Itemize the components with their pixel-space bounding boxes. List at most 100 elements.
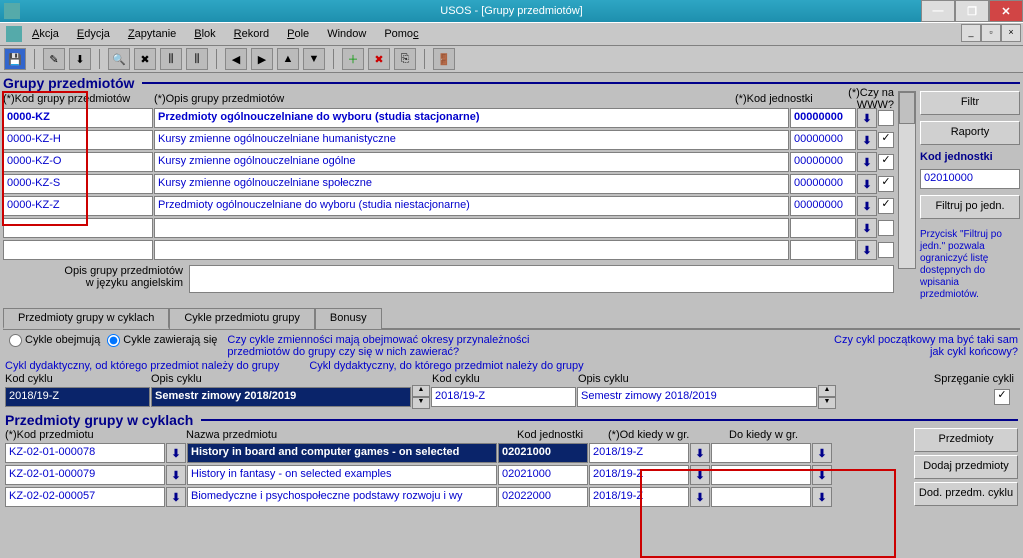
dropdown-icon[interactable]: ⬇ xyxy=(857,174,877,194)
close-button[interactable]: ✕ xyxy=(989,0,1023,22)
kodj-value[interactable]: 02010000 xyxy=(920,169,1020,189)
menu-akcja[interactable]: Akcja xyxy=(32,28,59,40)
toolbar-chart2-icon[interactable]: ⫼ xyxy=(186,48,208,70)
dodaj-button[interactable]: Dodaj przedmioty xyxy=(914,455,1018,479)
www-checkbox[interactable] xyxy=(878,110,894,126)
nazwa-cell[interactable]: History in board and computer games - on… xyxy=(187,443,497,463)
jedn-cell[interactable] xyxy=(790,240,856,260)
kod-cell[interactable]: 0000-KZ-H xyxy=(3,130,153,150)
jedn-cell[interactable]: 00000000 xyxy=(790,108,856,128)
jedn-cell[interactable]: 00000000 xyxy=(790,152,856,172)
opis-cell[interactable]: Kursy zmienne ogólnouczelniane humanisty… xyxy=(154,130,789,150)
opis-cell[interactable] xyxy=(154,218,789,238)
mdi-restore[interactable]: ▫ xyxy=(981,24,1001,42)
kod-cell[interactable]: 0000-KZ-S xyxy=(3,174,153,194)
toolbar-add-icon[interactable]: ＋ xyxy=(342,48,364,70)
dropdown-icon[interactable]: ⬇ xyxy=(812,465,832,485)
toolbar-del-icon[interactable]: ✖ xyxy=(368,48,390,70)
kod-cell[interactable] xyxy=(3,218,153,238)
opiscyklu1-input[interactable]: Semestr zimowy 2018/2019 xyxy=(151,387,411,407)
tab-przedmioty-grupy[interactable]: Przedmioty grupy w cyklach xyxy=(3,308,169,329)
toolbar-searchx-icon[interactable]: ✖ xyxy=(134,48,156,70)
toolbar-dn-icon[interactable]: ▼ xyxy=(303,48,325,70)
filtruj-button[interactable]: Filtruj po jedn. xyxy=(920,195,1020,219)
scrollbar-thumb[interactable] xyxy=(899,92,915,124)
dropdown-icon[interactable]: ⬇ xyxy=(857,108,877,128)
kod2-cell[interactable]: KZ-02-01-000078 xyxy=(5,443,165,463)
dropdown-icon[interactable]: ⬇ xyxy=(857,130,877,150)
kod-cell[interactable] xyxy=(3,240,153,260)
opiscyklu2-input[interactable]: Semestr zimowy 2018/2019 xyxy=(577,387,817,407)
kodcyklu1-input[interactable]: 2018/19-Z xyxy=(5,387,150,407)
radio-obejmuja[interactable]: Cykle obejmują xyxy=(5,334,100,346)
jedn2-cell[interactable]: 02021000 xyxy=(498,465,588,485)
opis-cell[interactable]: Przedmioty ogólnouczelniane do wyboru (s… xyxy=(154,196,789,216)
kod-cell[interactable]: 0000-KZ-Z xyxy=(3,196,153,216)
kod2-cell[interactable]: KZ-02-01-000079 xyxy=(5,465,165,485)
toolbar-up-icon[interactable]: ▲ xyxy=(277,48,299,70)
minimize-button[interactable]: — xyxy=(921,0,955,22)
dropdown-icon[interactable]: ⬇ xyxy=(857,240,877,260)
spinner-1[interactable]: ▲▼ xyxy=(412,385,430,409)
scrollbar-1[interactable] xyxy=(898,91,916,269)
jedn-cell[interactable]: 00000000 xyxy=(790,174,856,194)
od-cell[interactable]: 2018/19-Z xyxy=(589,487,689,507)
kod2-cell[interactable]: KZ-02-02-000057 xyxy=(5,487,165,507)
dropdown-icon[interactable]: ⬇ xyxy=(166,487,186,507)
link-cykl-do[interactable]: Cykl dydaktyczny, do którego przedmiot n… xyxy=(309,360,583,372)
kodcyklu2-input[interactable]: 2018/19-Z xyxy=(431,387,576,407)
nazwa-cell[interactable]: Biomedyczne i psychospołeczne podstawy r… xyxy=(187,487,497,507)
dropdown-icon[interactable]: ⬇ xyxy=(166,465,186,485)
dropdown-icon[interactable]: ⬇ xyxy=(690,443,710,463)
toolbar-next-icon[interactable]: ▶ xyxy=(251,48,273,70)
menu-pole[interactable]: Pole xyxy=(287,28,309,40)
www-checkbox[interactable] xyxy=(878,198,894,214)
od-cell[interactable]: 2018/19-Z xyxy=(589,465,689,485)
opis-cell[interactable] xyxy=(154,240,789,260)
opis-cell[interactable]: Przedmioty ogólnouczelniane do wyboru (s… xyxy=(154,108,789,128)
dropdown-icon[interactable]: ⬇ xyxy=(690,465,710,485)
toolbar-copy-icon[interactable]: ⎘ xyxy=(394,48,416,70)
opis-cell[interactable]: Kursy zmienne ogólnouczelniane społeczne xyxy=(154,174,789,194)
toolbar-exit-icon[interactable]: 🚪 xyxy=(433,48,455,70)
dropdown-icon[interactable]: ⬇ xyxy=(166,443,186,463)
english-input[interactable] xyxy=(189,265,894,293)
mdi-minimize[interactable]: _ xyxy=(961,24,981,42)
menu-blok[interactable]: Blok xyxy=(194,28,215,40)
toolbar-chart1-icon[interactable]: ⫼ xyxy=(160,48,182,70)
jedn-cell[interactable]: 00000000 xyxy=(790,130,856,150)
maximize-button[interactable]: ❐ xyxy=(955,0,989,22)
tab-cykle[interactable]: Cykle przedmiotu grupy xyxy=(169,308,315,329)
dropdown-icon[interactable]: ⬇ xyxy=(812,487,832,507)
www-checkbox[interactable] xyxy=(878,132,894,148)
toolbar-edit-icon[interactable]: ✎ xyxy=(43,48,65,70)
do-cell[interactable] xyxy=(711,487,811,507)
link-cykl-od[interactable]: Cykl dydaktyczny, od którego przedmiot n… xyxy=(5,360,279,372)
www-checkbox[interactable] xyxy=(878,154,894,170)
toolbar-save-icon[interactable]: 💾 xyxy=(4,48,26,70)
www-checkbox[interactable] xyxy=(878,176,894,192)
do-cell[interactable] xyxy=(711,443,811,463)
toolbar-down-icon[interactable]: ⬇ xyxy=(69,48,91,70)
przedmioty-button[interactable]: Przedmioty xyxy=(914,428,1018,452)
kod-cell[interactable]: 0000-KZ xyxy=(3,108,153,128)
jedn-cell[interactable]: 00000000 xyxy=(790,196,856,216)
jedn-cell[interactable] xyxy=(790,218,856,238)
raporty-button[interactable]: Raporty xyxy=(920,121,1020,145)
menu-zapytanie[interactable]: Zapytanie xyxy=(128,28,176,40)
dropdown-icon[interactable]: ⬇ xyxy=(857,196,877,216)
od-cell[interactable]: 2018/19-Z xyxy=(589,443,689,463)
spinner-2[interactable]: ▲▼ xyxy=(818,385,836,409)
www-checkbox[interactable] xyxy=(878,220,894,236)
www-checkbox[interactable] xyxy=(878,242,894,258)
tab-bonusy[interactable]: Bonusy xyxy=(315,308,382,329)
kod-cell[interactable]: 0000-KZ-O xyxy=(3,152,153,172)
toolbar-search-icon[interactable]: 🔍 xyxy=(108,48,130,70)
do-cell[interactable] xyxy=(711,465,811,485)
filtr-button[interactable]: Filtr xyxy=(920,91,1020,115)
opis-cell[interactable]: Kursy zmienne ogólnouczelniane ogólne xyxy=(154,152,789,172)
menu-rekord[interactable]: Rekord xyxy=(234,28,269,40)
menu-pomoc[interactable]: Pomoc xyxy=(384,28,418,40)
menu-edycja[interactable]: Edycja xyxy=(77,28,110,40)
dropdown-icon[interactable]: ⬇ xyxy=(857,152,877,172)
